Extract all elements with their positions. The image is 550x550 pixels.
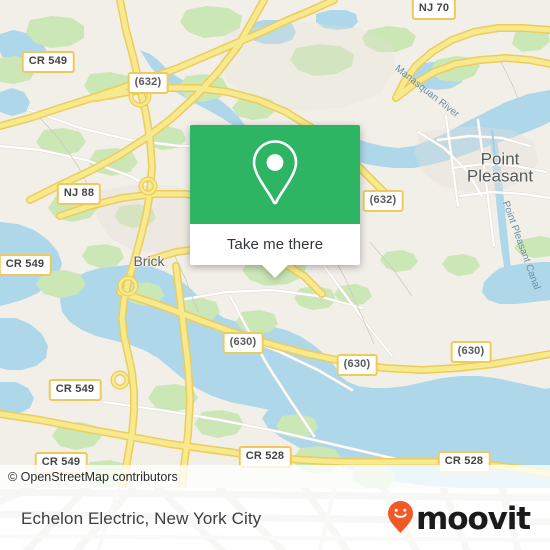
road-shield[interactable]: CR 549 bbox=[21, 51, 75, 73]
moovit-wordmark: moovit bbox=[416, 500, 531, 537]
map-attribution-bar: © OpenStreetMap contributors bbox=[0, 465, 550, 488]
road-shield[interactable]: CR 549 bbox=[0, 254, 52, 276]
footer-content: Echelon Electric, New York City moovit bbox=[0, 488, 550, 550]
popup-pointer-arrow bbox=[262, 265, 288, 278]
popup-image-panel bbox=[190, 125, 360, 224]
popup-action-bar[interactable]: Take me there bbox=[190, 224, 360, 278]
map-pin-icon bbox=[247, 137, 303, 212]
road-shield[interactable]: CR 549 bbox=[48, 379, 102, 401]
road-shield[interactable]: (632) bbox=[362, 190, 404, 212]
location-title: Echelon Electric, New York City bbox=[21, 509, 262, 528]
road-shield[interactable]: NJ 88 bbox=[56, 183, 102, 205]
moovit-smiley-pin-icon bbox=[387, 500, 414, 539]
road-shield[interactable]: (630) bbox=[450, 341, 492, 363]
footer-bar: Echelon Electric, New York City moovit bbox=[0, 488, 550, 550]
destination-popup-card[interactable]: Take me there bbox=[190, 125, 360, 278]
moovit-map-screenshot: .w { fill:#aed7ea; } .pk { fill:#cbe7b6;… bbox=[0, 0, 550, 550]
road-shield[interactable]: (630) bbox=[222, 332, 264, 354]
take-me-there-label: Take me there bbox=[226, 236, 324, 253]
road-shield[interactable]: (630) bbox=[336, 354, 378, 376]
map-canvas[interactable]: .w { fill:#aed7ea; } .pk { fill:#cbe7b6;… bbox=[0, 0, 550, 488]
road-shield[interactable]: NJ 70 bbox=[411, 0, 457, 20]
moovit-logo[interactable]: moovit bbox=[387, 500, 531, 539]
openstreetmap-attribution[interactable]: © OpenStreetMap contributors bbox=[0, 470, 178, 484]
road-shield[interactable]: (632) bbox=[127, 72, 169, 94]
